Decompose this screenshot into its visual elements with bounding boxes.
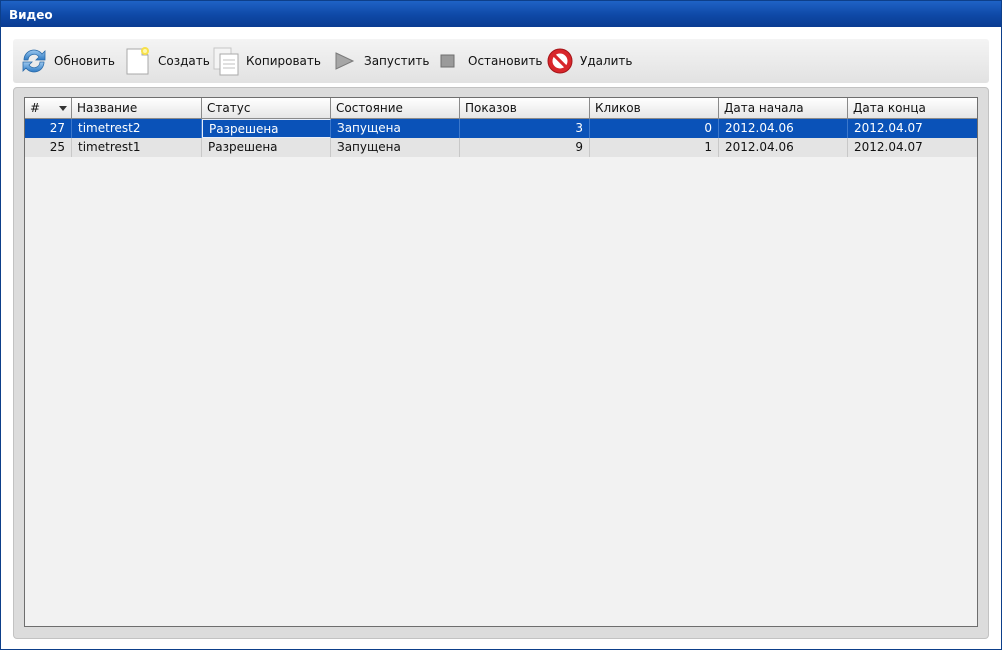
play-icon: [335, 52, 355, 70]
col-header-end-date[interactable]: Дата конца: [848, 98, 977, 118]
cell-views: 9: [460, 138, 590, 157]
cell-id: 27: [25, 119, 72, 138]
refresh-button[interactable]: Обновить: [19, 43, 115, 79]
toolbar: Обновить Создать Копировать Запустить Ос…: [13, 39, 989, 83]
cell-id: 25: [25, 138, 72, 157]
table-header: # Название Статус Состояние Показов Клик…: [25, 98, 977, 119]
col-header-name[interactable]: Название: [72, 98, 202, 118]
refresh-icon: [22, 49, 46, 73]
create-button[interactable]: Создать: [123, 43, 210, 79]
start-label: Запустить: [364, 54, 430, 68]
table-row[interactable]: 25 timetrest1 Разрешена Запущена 9 1 201…: [25, 138, 977, 157]
video-table: # Название Статус Состояние Показов Клик…: [24, 97, 978, 627]
table-row[interactable]: 27 timetrest2 Разрешена Запущена 3 0 201…: [25, 119, 977, 138]
cell-clicks: 0: [590, 119, 719, 138]
sort-desc-icon: [59, 106, 67, 111]
cell-status[interactable]: Разрешена: [202, 119, 331, 138]
copy-label: Копировать: [246, 54, 321, 68]
new-document-icon: [126, 47, 149, 75]
cell-state: Запущена: [331, 138, 460, 157]
cell-end-date: 2012.04.07: [854, 121, 923, 135]
cell-end-date: 2012.04.07: [854, 140, 923, 154]
stop-label: Остановить: [468, 54, 543, 68]
copy-button[interactable]: Копировать: [211, 43, 321, 79]
stop-button[interactable]: Остановить: [433, 43, 543, 79]
stop-icon: [440, 54, 455, 68]
create-label: Создать: [158, 54, 210, 68]
cell-start-date: 2012.04.06: [719, 119, 848, 138]
col-header-views[interactable]: Показов: [460, 98, 590, 118]
window-title: Видео: [1, 1, 1001, 27]
cell-clicks: 1: [590, 138, 719, 157]
col-header-state[interactable]: Состояние: [331, 98, 460, 118]
cell-start-date: 2012.04.06: [719, 138, 848, 157]
col-header-start-date[interactable]: Дата начала: [719, 98, 848, 118]
cell-name: timetrest1: [72, 138, 202, 157]
cell-name: timetrest2: [72, 119, 202, 138]
cell-status: Разрешена: [202, 138, 331, 157]
copy-icon: [213, 47, 239, 76]
delete-label: Удалить: [580, 54, 633, 68]
start-button[interactable]: Запустить: [329, 43, 429, 79]
refresh-label: Обновить: [54, 54, 115, 68]
delete-button[interactable]: Удалить: [545, 43, 633, 79]
col-header-clicks[interactable]: Кликов: [590, 98, 719, 118]
delete-icon: [547, 48, 573, 74]
col-header-status[interactable]: Статус: [202, 98, 331, 118]
cell-views: 3: [460, 119, 590, 138]
cell-state: Запущена: [331, 119, 460, 138]
col-header-id[interactable]: #: [25, 98, 72, 118]
